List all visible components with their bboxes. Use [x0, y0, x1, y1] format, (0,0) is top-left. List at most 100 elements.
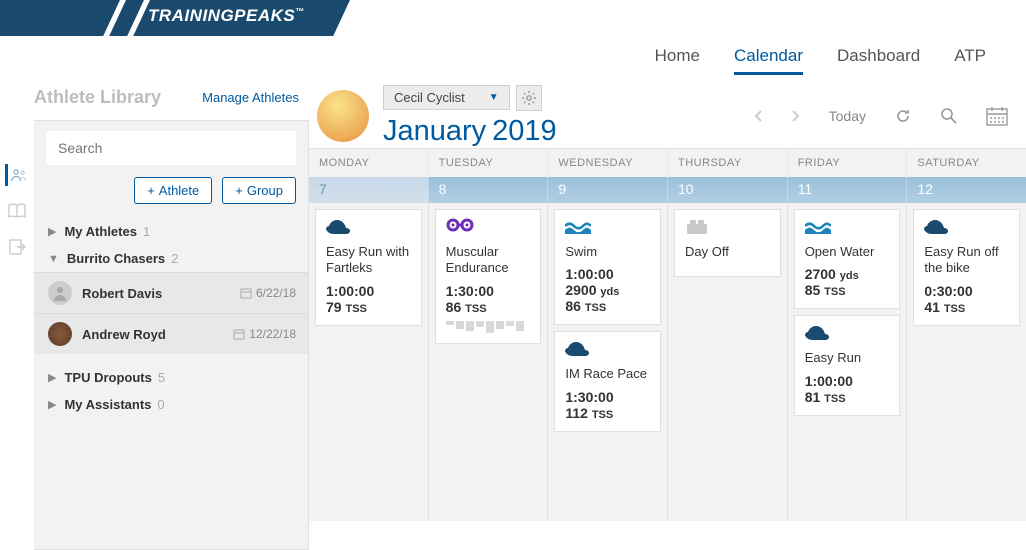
- calendar-view-button[interactable]: [986, 106, 1008, 126]
- plus-icon: +: [147, 183, 155, 198]
- day-number[interactable]: 12: [906, 177, 1026, 203]
- nav-calendar[interactable]: Calendar: [734, 46, 803, 75]
- chevron-right-icon: ▶: [48, 371, 56, 384]
- chevron-right-icon: ▶: [48, 398, 56, 411]
- add-group-button[interactable]: +Group: [222, 177, 296, 204]
- athlete-dropdown[interactable]: Cecil Cyclist ▼: [383, 85, 510, 110]
- workout-title: Muscular Endurance: [446, 244, 531, 277]
- rail-exit-icon[interactable]: [6, 236, 28, 258]
- athlete-name: Andrew Royd: [82, 327, 233, 342]
- run-icon: [924, 218, 1009, 238]
- workout-title: Day Off: [685, 244, 770, 260]
- nav-dashboard[interactable]: Dashboard: [837, 46, 920, 75]
- day-header: TUESDAY: [428, 149, 548, 177]
- athlete-row[interactable]: Robert Davis 6/22/18: [34, 272, 308, 313]
- swim-icon: [805, 218, 890, 238]
- day-number[interactable]: 11: [787, 177, 907, 203]
- day-number[interactable]: 7: [309, 177, 428, 203]
- logo-text: TRAININGPEAKS™: [148, 6, 305, 26]
- workout-title: Swim: [565, 244, 650, 260]
- workout-metric: 1:30:00: [565, 389, 650, 405]
- workout-metric: 2900 yds: [565, 282, 650, 298]
- day-number[interactable]: 10: [667, 177, 787, 203]
- add-athlete-button[interactable]: +Athlete: [134, 177, 212, 204]
- calendar-grid: Easy Run with Fartleks1:00:0079 TSSMuscu…: [309, 203, 1026, 521]
- workout-tss: 85 TSS: [805, 282, 890, 298]
- workout-tss: 86 TSS: [446, 299, 531, 315]
- day-number[interactable]: 8: [428, 177, 548, 203]
- workout-card[interactable]: Easy Run 1:00:0081 TSS: [794, 315, 901, 415]
- day-number[interactable]: 9: [547, 177, 667, 203]
- sidebar: Athlete Library Manage Athletes +Athlete…: [34, 84, 309, 521]
- workout-title: IM Race Pace: [565, 366, 650, 382]
- workout-card[interactable]: Easy Run off the bike0:30:0041 TSS: [913, 209, 1020, 326]
- sidebar-title: Athlete Library: [34, 87, 161, 108]
- manage-athletes-link[interactable]: Manage Athletes: [202, 90, 299, 105]
- workout-card[interactable]: Easy Run with Fartleks 1:00:0079 TSS: [315, 209, 422, 326]
- next-button[interactable]: [791, 109, 801, 123]
- workout-tss: 112 TSS: [565, 405, 650, 421]
- workout-metric: 1:00:00: [565, 266, 650, 282]
- workout-tss: 86 TSS: [565, 298, 650, 314]
- day-header-row: MONDAYTUESDAYWEDNESDAYTHURSDAYFRIDAYSATU…: [309, 148, 1026, 177]
- day-header: SATURDAY: [906, 149, 1026, 177]
- workout-title: Easy Run: [805, 350, 890, 366]
- day-column[interactable]: Muscular Endurance 1:30:0086 TSS: [428, 203, 548, 521]
- nav-home[interactable]: Home: [655, 46, 700, 75]
- refresh-button[interactable]: [894, 107, 912, 125]
- workout-title: Easy Run with Fartleks: [326, 244, 411, 277]
- workout-card[interactable]: Day Off: [674, 209, 781, 277]
- day-column[interactable]: Open Water 2700 yds85 TSS Easy Run 1:00:008…: [787, 203, 907, 521]
- athlete-avatar[interactable]: [317, 90, 369, 142]
- group-my-athletes[interactable]: ▶ My Athletes 1: [34, 218, 308, 245]
- day-header: FRIDAY: [787, 149, 907, 177]
- workout-tss: 79 TSS: [326, 299, 411, 315]
- workout-metric: 2700 yds: [805, 266, 890, 282]
- workout-metric: 1:00:00: [326, 283, 411, 299]
- workout-metric: 1:00:00: [805, 373, 890, 389]
- workout-card[interactable]: IM Race Pace 1:30:00112 TSS: [554, 331, 661, 431]
- run-icon: [326, 218, 411, 238]
- refresh-icon: [894, 107, 912, 125]
- settings-button[interactable]: [516, 85, 542, 111]
- calendar-icon: [986, 106, 1008, 126]
- workout-title: Easy Run off the bike: [924, 244, 1009, 277]
- chevron-down-icon: ▼: [489, 92, 499, 103]
- workout-card[interactable]: Open Water 2700 yds85 TSS: [794, 209, 901, 309]
- topbar: TRAININGPEAKS™: [0, 0, 1026, 36]
- chevron-right-icon: ▶: [48, 225, 56, 238]
- workout-tss: 81 TSS: [805, 389, 890, 405]
- day-column[interactable]: Easy Run with Fartleks 1:00:0079 TSS: [309, 203, 428, 521]
- workout-title: Open Water: [805, 244, 890, 260]
- search-icon: [940, 107, 958, 125]
- rail-athletes-icon[interactable]: [5, 164, 27, 186]
- prev-button[interactable]: [753, 109, 763, 123]
- today-button[interactable]: Today: [829, 108, 866, 124]
- avatar: [48, 281, 72, 305]
- calendar: Cecil Cyclist ▼ January2019 Today: [309, 84, 1026, 521]
- day-header: THURSDAY: [667, 149, 787, 177]
- day-header: MONDAY: [309, 149, 428, 177]
- progress-bars: [446, 321, 531, 333]
- workout-card[interactable]: Muscular Endurance 1:30:0086 TSS: [435, 209, 542, 344]
- group-burrito-chasers[interactable]: ▼ Burrito Chasers 2: [34, 245, 308, 272]
- search-button[interactable]: [940, 107, 958, 125]
- search-input[interactable]: [46, 131, 296, 165]
- group-tpu-dropouts[interactable]: ▶ TPU Dropouts 5: [34, 364, 308, 391]
- day-column[interactable]: Day Off: [667, 203, 787, 521]
- calendar-icon: [233, 328, 245, 340]
- swim-icon: [565, 218, 650, 238]
- workout-card[interactable]: Swim 1:00:002900 yds86 TSS: [554, 209, 661, 325]
- nav-atp[interactable]: ATP: [954, 46, 986, 75]
- rail-library-icon[interactable]: [6, 200, 28, 222]
- workout-metric: 1:30:00: [446, 283, 531, 299]
- group-my-assistants[interactable]: ▶ My Assistants 0: [34, 391, 308, 418]
- athlete-row[interactable]: Andrew Royd 12/22/18: [34, 313, 308, 354]
- athlete-name: Robert Davis: [82, 286, 240, 301]
- day-column[interactable]: Easy Run off the bike0:30:0041 TSS: [906, 203, 1026, 521]
- plus-icon: +: [235, 183, 243, 198]
- gear-icon: [521, 90, 537, 106]
- left-rail: [0, 84, 34, 521]
- day-column[interactable]: Swim 1:00:002900 yds86 TSS IM Race Pace 1:3…: [547, 203, 667, 521]
- calendar-header: Cecil Cyclist ▼ January2019 Today: [309, 84, 1026, 148]
